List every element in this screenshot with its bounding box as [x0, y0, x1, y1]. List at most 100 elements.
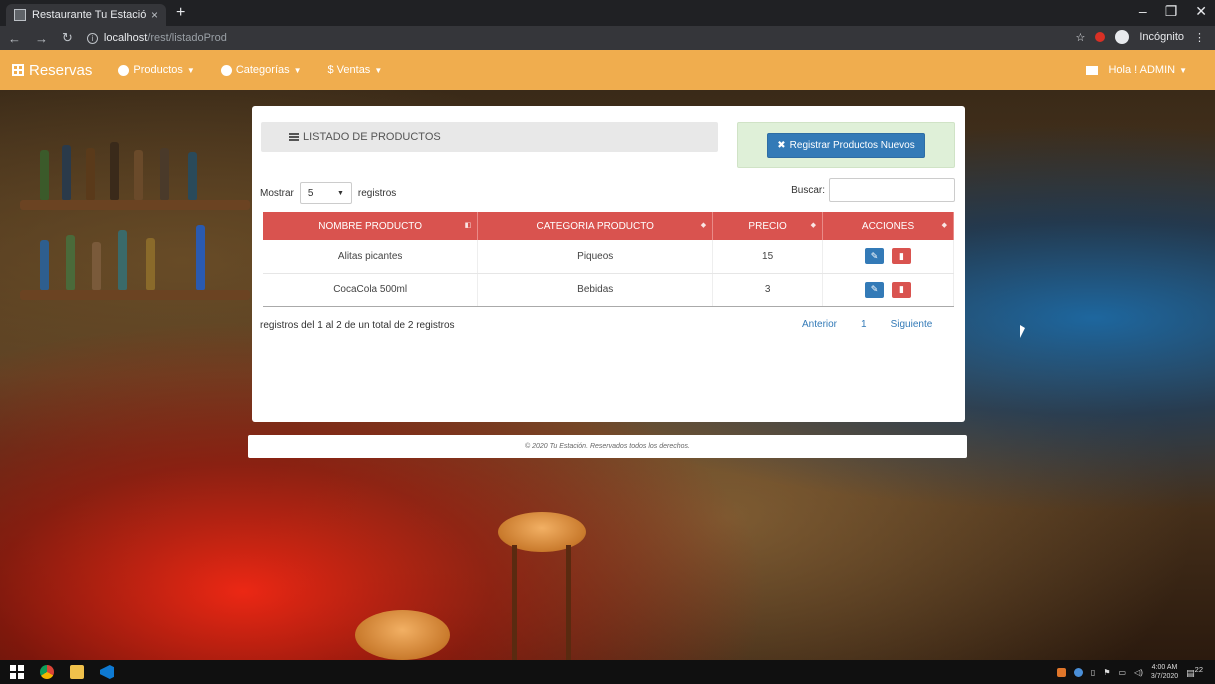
network-icon[interactable]: ⚑	[1103, 668, 1110, 677]
records-label: registros	[357, 187, 397, 199]
productos-icon	[118, 64, 130, 76]
user-menu[interactable]: Hola ! ADMIN ▼	[1086, 50, 1187, 90]
cell-price: 15	[712, 240, 824, 274]
pagination: Anterior 1 Siguiente	[802, 319, 932, 330]
bottle	[134, 150, 143, 200]
panel-heading: LISTADO DE PRODUCTOS	[261, 122, 718, 152]
incognito-label: Incógnito	[1139, 31, 1184, 43]
back-icon[interactable]: ←	[8, 31, 21, 46]
delete-button[interactable]: ▮	[892, 281, 912, 298]
pager-prev[interactable]: Anterior	[802, 319, 837, 330]
file-explorer-icon[interactable]	[70, 665, 84, 679]
table-row: CocaCola 500ml Bebidas 3 ✎ ▮	[263, 273, 954, 307]
volume-icon[interactable]: ◁)	[1134, 668, 1143, 677]
delete-button[interactable]: ▮	[892, 248, 912, 265]
panel-title: LISTADO DE PRODUCTOS	[303, 131, 441, 143]
minimize-icon[interactable]: –	[1139, 3, 1147, 20]
categorias-icon	[220, 64, 232, 76]
dollar-icon: $	[327, 64, 334, 76]
display-icon[interactable]: ▭	[1119, 668, 1127, 677]
edit-icon: ✎	[870, 250, 879, 261]
tray-app-icon[interactable]	[1073, 667, 1083, 677]
list-icon	[289, 133, 299, 141]
taskbar: ▯ ⚑ ▭ ◁) 4:00 AM 3/7/2020 ▤22	[0, 660, 1215, 684]
edit-button[interactable]: ✎	[865, 281, 885, 298]
bottle	[196, 225, 205, 290]
tray-app-icon[interactable]	[1056, 667, 1066, 677]
register-box: ✖ Registrar Productos Nuevos	[737, 122, 955, 168]
restore-icon[interactable]: ❐	[1165, 3, 1178, 20]
chrome-icon[interactable]	[40, 665, 54, 679]
bottle	[110, 142, 119, 200]
stool-leg	[566, 545, 571, 660]
stool-leg	[512, 545, 517, 660]
user-icon	[1086, 65, 1099, 75]
notification-count: 22	[1194, 665, 1203, 674]
search-input[interactable]	[829, 178, 955, 202]
cell-category: Piqueos	[477, 240, 714, 274]
info-icon[interactable]: i	[86, 32, 98, 44]
page-length-control: Mostrar 5 ▼ registros	[260, 182, 396, 204]
bottle	[86, 148, 95, 200]
menu-dots-icon[interactable]: ⋮	[1194, 31, 1205, 44]
clock-time: 4:00 AM	[1151, 664, 1178, 671]
page-footer: © 2020 Tu Estación. Reservados todos los…	[248, 435, 967, 458]
clock[interactable]: 4:00 AM 3/7/2020	[1151, 663, 1178, 681]
tab-title: Restaurante Tu Estación	[32, 9, 147, 21]
incognito-icon[interactable]	[1115, 30, 1130, 44]
caret-down-icon: ▼	[293, 65, 302, 75]
battery-icon[interactable]: ▯	[1091, 668, 1095, 677]
browser-tab[interactable]: Restaurante Tu Estación ×	[6, 4, 166, 26]
col-precio[interactable]: PRECIO ◆	[712, 212, 824, 240]
stool	[355, 610, 450, 660]
nav-ventas[interactable]: $ Ventas ▼	[328, 64, 383, 76]
nav-productos[interactable]: Productos ▼	[118, 64, 195, 76]
vscode-icon[interactable]	[100, 665, 114, 679]
trash-icon: ▮	[899, 284, 904, 294]
pager-page[interactable]: 1	[861, 319, 867, 330]
nav-productos-label: Productos	[133, 64, 183, 76]
url-field[interactable]: i localhost /rest/listadoProd	[86, 32, 227, 44]
caret-down-icon: ▼	[186, 65, 195, 75]
bottle	[40, 150, 49, 200]
col-nombre[interactable]: NOMBRE PRODUCTO ◧	[263, 212, 479, 240]
url-host: localhost	[103, 32, 148, 44]
shelf	[20, 200, 250, 210]
page-size-select[interactable]: 5 ▼	[299, 182, 352, 204]
register-products-button[interactable]: ✖ Registrar Productos Nuevos	[767, 133, 925, 158]
edit-icon: ✎	[870, 284, 879, 294]
col-nombre-label: NOMBRE PRODUCTO	[318, 220, 423, 232]
col-categoria[interactable]: CATEGORIA PRODUCTO ◆	[477, 212, 714, 240]
select-caret-icon: ▼	[336, 189, 344, 197]
bottle	[160, 148, 169, 200]
col-precio-label: PRECIO	[748, 220, 787, 232]
close-window-icon[interactable]: ✕	[1195, 3, 1207, 20]
tab-close-icon[interactable]: ×	[151, 8, 158, 22]
nav-categorias[interactable]: Categorías ▼	[220, 64, 302, 76]
bottle	[66, 235, 75, 290]
products-panel: LISTADO DE PRODUCTOS ✖ Registrar Product…	[252, 106, 965, 422]
favicon-icon	[14, 9, 26, 21]
new-tab-button[interactable]: +	[176, 4, 185, 22]
page-size-value: 5	[307, 187, 314, 199]
products-table: NOMBRE PRODUCTO ◧ CATEGORIA PRODUCTO ◆ PRE…	[263, 212, 954, 307]
table-info: registros del 1 al 2 de un total de 2 re…	[260, 320, 455, 331]
windows-start-icon[interactable]	[10, 665, 24, 679]
notifications-icon[interactable]: ▤22	[1186, 665, 1203, 679]
extension-icon[interactable]	[1095, 32, 1106, 42]
pager-next[interactable]: Siguiente	[891, 319, 933, 330]
edit-button[interactable]: ✎	[865, 248, 885, 265]
col-acciones[interactable]: ACCIONES ◆	[822, 212, 954, 240]
cell-actions: ✎ ▮	[822, 273, 954, 307]
cell-name: Alitas picantes	[263, 240, 479, 274]
forward-icon[interactable]: →	[35, 31, 48, 46]
cross-icon: ✖	[777, 140, 786, 151]
browser-tab-bar: Restaurante Tu Estación × + – ❐ ✕	[0, 0, 1215, 26]
system-tray: ▯ ⚑ ▭ ◁) 4:00 AM 3/7/2020 ▤22	[1056, 660, 1203, 684]
mouse-cursor-icon	[1020, 325, 1025, 338]
brand-link[interactable]: Reservas	[12, 62, 92, 79]
reload-icon[interactable]: ↻	[62, 30, 73, 46]
cell-category: Bebidas	[477, 273, 714, 307]
star-icon[interactable]: ☆	[1075, 31, 1085, 44]
table-icon	[12, 64, 24, 76]
